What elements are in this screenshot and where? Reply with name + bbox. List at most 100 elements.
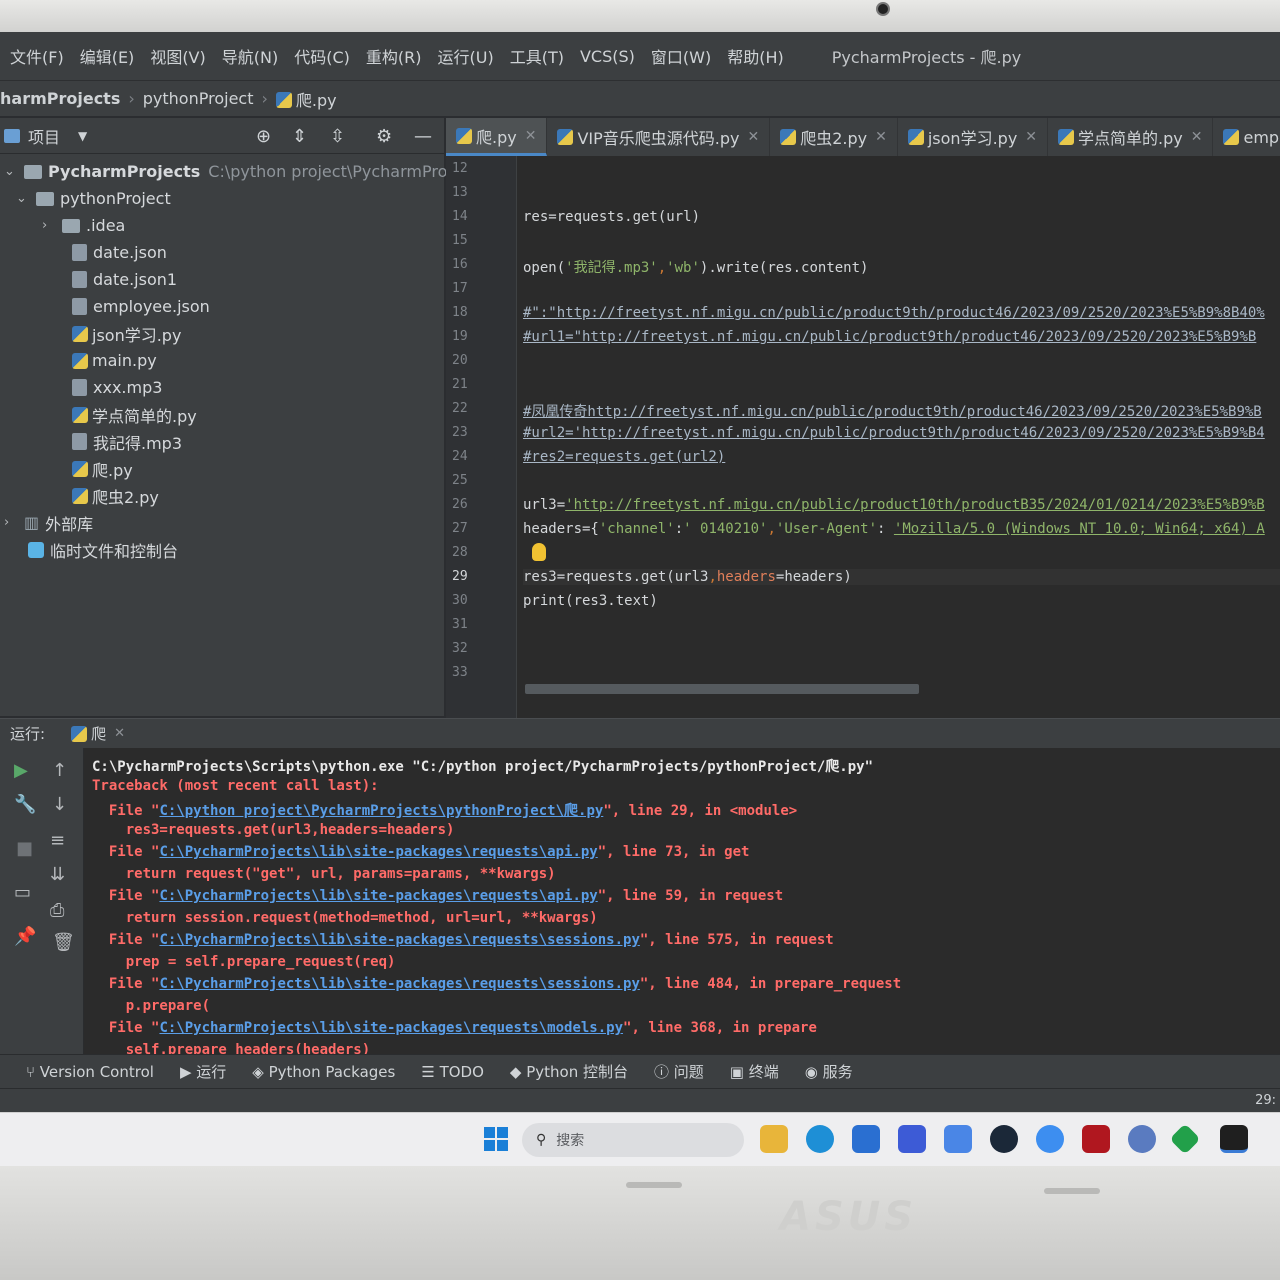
tool-python-console[interactable]: ◆ Python 控制台 — [510, 1061, 628, 1082]
tool-services[interactable]: ◉ 服务 — [805, 1061, 853, 1082]
tree-file[interactable]: employee.json — [72, 293, 210, 320]
close-icon[interactable]: ✕ — [1025, 129, 1037, 145]
tree-folder-pythonproject[interactable]: ⌄ pythonProject — [16, 185, 171, 212]
tree-file[interactable]: date.json — [72, 239, 167, 266]
tree-scratches[interactable]: 临时文件和控制台 — [28, 536, 178, 563]
store-icon[interactable] — [852, 1125, 880, 1153]
breadcrumb-file[interactable]: 爬.py — [275, 87, 345, 111]
menu-run[interactable]: 运行(U) — [438, 44, 494, 68]
lightbulb-icon[interactable] — [532, 543, 546, 561]
project-panel-title[interactable]: 项目 — [28, 124, 60, 148]
menu-view[interactable]: 视图(V) — [150, 44, 205, 68]
app-icon[interactable] — [944, 1125, 972, 1153]
horizontal-scrollbar[interactable] — [525, 684, 919, 694]
code-editor[interactable]: res=requests.get(url) open('我記得.mp3','wb… — [516, 156, 1280, 722]
arrow-down-icon[interactable]: ↓ — [52, 794, 67, 815]
scroll-to-end-icon[interactable]: ⇊ — [50, 864, 65, 885]
menu-window[interactable]: 窗口(W) — [651, 44, 711, 68]
gear-icon[interactable]: ⚙ — [376, 126, 392, 147]
tree-file[interactable]: main.py — [72, 347, 157, 374]
soft-wrap-icon[interactable]: ≡ — [50, 830, 65, 851]
file-link[interactable]: C:\PycharmProjects\lib\site-packages\req… — [159, 844, 597, 860]
trash-icon[interactable]: 🗑 — [52, 932, 75, 953]
rerun-icon[interactable]: ▶ — [14, 760, 28, 781]
menu-help[interactable]: 帮助(H) — [727, 44, 784, 68]
menu-code[interactable]: 代码(C) — [294, 44, 350, 68]
edge-browser-icon[interactable] — [806, 1125, 834, 1153]
file-link[interactable]: C:\PycharmProjects\lib\site-packages\req… — [159, 888, 597, 904]
tree-external-libraries[interactable]: › ▥ 外部库 — [4, 509, 93, 536]
minimize-icon[interactable]: — — [414, 126, 432, 147]
tool-python-packages[interactable]: ◈ Python Packages — [252, 1063, 395, 1081]
print-icon[interactable]: ⎙ — [50, 900, 64, 921]
menu-edit[interactable]: 编辑(E) — [80, 44, 135, 68]
layout-icon[interactable]: ▭ — [14, 882, 31, 903]
tool-problems[interactable]: ⓘ 问题 — [654, 1061, 704, 1082]
tab-xuedian[interactable]: 学点简单的.py ✕ — [1048, 118, 1214, 156]
file-link[interactable]: C:\python project\PycharmProjects\python… — [159, 803, 603, 819]
windows-start-icon[interactable] — [484, 1127, 508, 1151]
line-number: 22 — [452, 401, 468, 416]
line-number: 33 — [452, 665, 468, 680]
wrench-icon[interactable]: 🔧 — [14, 794, 36, 815]
tree-file[interactable]: date.json1 — [72, 266, 177, 293]
close-icon[interactable]: ✕ — [747, 129, 759, 145]
pin-icon[interactable]: 📌 — [14, 926, 36, 947]
run-tab[interactable]: 爬 ✕ — [71, 723, 125, 744]
tool-run[interactable]: ▶ 运行 — [180, 1061, 226, 1082]
menu-vcs[interactable]: VCS(S) — [580, 47, 635, 66]
breadcrumb-root[interactable]: harmProjects — [0, 89, 120, 108]
app-icon[interactable] — [1036, 1125, 1064, 1153]
expand-all-icon[interactable]: ⇕ — [292, 126, 307, 147]
tree-file[interactable]: 我記得.mp3 — [72, 428, 182, 455]
file-label: date.json1 — [93, 270, 178, 289]
tab-pa[interactable]: 爬.py ✕ — [446, 118, 548, 156]
tree-root[interactable]: ⌄ PycharmProjects C:\python project\Pychar… — [4, 158, 485, 185]
tree-file[interactable]: xxx.mp3 — [72, 374, 162, 401]
breadcrumb-project[interactable]: pythonProject — [143, 89, 254, 108]
run-console[interactable]: C:\PycharmProjects\Scripts\python.exe "C… — [84, 748, 1280, 1054]
tree-file[interactable]: 爬.py — [72, 455, 133, 482]
tree-file[interactable]: json学习.py — [72, 320, 181, 347]
tree-file[interactable]: 爬虫2.py — [72, 482, 159, 509]
code-line-16: open('我記得.mp3','wb').write(res.content) — [523, 257, 868, 277]
tab-json[interactable]: json学习.py ✕ — [898, 118, 1049, 156]
stop-icon[interactable]: ■ — [16, 838, 33, 859]
menu-refactor[interactable]: 重构(R) — [366, 44, 422, 68]
line-number-gutter: 12 13 14 15 16 17 18 19 20 21 22 23 24 2… — [446, 156, 516, 722]
app-icon[interactable] — [1169, 1123, 1201, 1155]
code-line-30: print(res3.text) — [523, 593, 658, 609]
cursor-position[interactable]: 29: — [1255, 1093, 1276, 1108]
menu-navigate[interactable]: 导航(N) — [222, 44, 278, 68]
console-text: ", line 73, in get — [597, 844, 750, 860]
taskbar-search[interactable]: ⚲ 搜索 — [522, 1123, 744, 1157]
tool-todo[interactable]: ☰ TODO — [421, 1063, 484, 1081]
close-icon[interactable]: ✕ — [875, 129, 887, 145]
tree-file[interactable]: 学点简单的.py — [72, 401, 197, 428]
menu-tools[interactable]: 工具(T) — [510, 44, 564, 68]
code-token: : — [674, 521, 684, 537]
locate-icon[interactable]: ⊕ — [256, 126, 271, 147]
settings-icon[interactable] — [1128, 1125, 1156, 1153]
tool-terminal[interactable]: ▣ 终端 — [730, 1061, 779, 1082]
tree-folder-idea[interactable]: › .idea — [42, 212, 125, 239]
steam-icon[interactable] — [990, 1125, 1018, 1153]
pycharm-icon[interactable] — [1220, 1125, 1248, 1153]
game-icon[interactable] — [1082, 1125, 1110, 1153]
close-icon[interactable]: ✕ — [525, 128, 537, 144]
close-icon[interactable]: ✕ — [114, 726, 125, 741]
tab-pachong2[interactable]: 爬虫2.py ✕ — [770, 118, 898, 156]
file-link[interactable]: C:\PycharmProjects\lib\site-packages\req… — [159, 1020, 623, 1036]
tool-version-control[interactable]: ⑂ Version Control — [26, 1063, 154, 1081]
tab-vip[interactable]: VIP音乐爬虫源代码.py ✕ — [547, 118, 771, 156]
collapse-all-icon[interactable]: ⇳ — [330, 126, 345, 147]
close-icon[interactable]: ✕ — [1191, 129, 1203, 145]
file-link[interactable]: C:\PycharmProjects\lib\site-packages\req… — [159, 976, 639, 992]
app-icon[interactable] — [898, 1125, 926, 1153]
chevron-down-icon[interactable]: ▼ — [78, 129, 87, 143]
file-explorer-icon[interactable] — [760, 1125, 788, 1153]
menu-file[interactable]: 文件(F) — [10, 44, 64, 68]
file-link[interactable]: C:\PycharmProjects\lib\site-packages\req… — [159, 932, 639, 948]
arrow-up-icon[interactable]: ↑ — [52, 760, 67, 781]
tab-employ[interactable]: employ — [1213, 118, 1280, 156]
